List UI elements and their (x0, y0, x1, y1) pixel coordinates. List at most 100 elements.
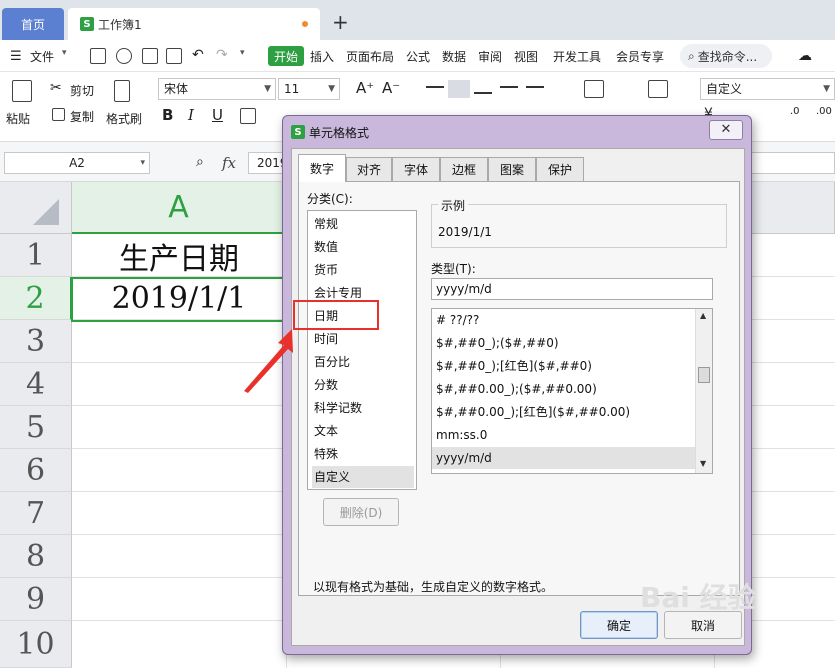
tab-workbook[interactable]: S 工作簿1 (68, 8, 320, 40)
format-item[interactable]: $#,##0_);($#,##0) (432, 332, 696, 354)
format-item[interactable]: $#,##0.00_);($#,##0.00) (432, 378, 696, 400)
tab-border[interactable]: 边框 (440, 157, 488, 181)
tab-home[interactable]: 首页 (2, 8, 64, 40)
align-bottom-icon[interactable] (474, 92, 492, 94)
menu-insert[interactable]: 插入 (310, 48, 334, 65)
font-size-select[interactable]: 11 ▼ (278, 78, 340, 100)
scissors-icon[interactable]: ✂ (50, 80, 62, 96)
dialog-title-bar[interactable]: S 单元格格式 (291, 122, 369, 142)
category-percentage[interactable]: 百分比 (312, 351, 414, 373)
tab-font[interactable]: 字体 (392, 157, 440, 181)
copy-icon[interactable] (52, 108, 65, 121)
row-header-1[interactable]: 1 (0, 234, 72, 277)
increase-decimal-icon[interactable]: .0 (790, 106, 800, 117)
scroll-down-icon[interactable]: ▼ (700, 459, 706, 468)
category-fraction[interactable]: 分数 (312, 374, 414, 396)
category-custom[interactable]: 自定义 (312, 466, 414, 488)
export-icon[interactable] (116, 48, 132, 64)
format-list-scrollbar[interactable]: ▲ ▼ (695, 309, 712, 473)
format-item[interactable]: $#,##0.00_);[红色]($#,##0.00) (432, 401, 696, 423)
menu-review[interactable]: 审阅 (478, 48, 502, 65)
menu-page-layout[interactable]: 页面布局 (346, 48, 394, 65)
chevron-down-icon[interactable]: ▾ (62, 48, 67, 58)
paste-icon[interactable] (12, 80, 32, 102)
align-middle-icon[interactable] (448, 80, 470, 98)
new-tab-button[interactable]: + (332, 10, 349, 34)
category-text[interactable]: 文本 (312, 420, 414, 442)
format-item[interactable]: # ??/?? (432, 309, 696, 331)
tab-number[interactable]: 数字 (298, 154, 346, 182)
undo-icon[interactable]: ↶ (192, 47, 204, 63)
type-input[interactable]: yyyy/m/d (431, 278, 713, 300)
print-preview-icon[interactable] (166, 48, 182, 64)
more-chevron-icon[interactable]: ▾ (240, 48, 245, 58)
select-all-corner[interactable] (0, 182, 72, 234)
copy-button[interactable]: 复制 (70, 108, 94, 125)
underline-button[interactable]: U (212, 106, 223, 124)
row-header-3[interactable]: 3 (0, 320, 72, 363)
column-header-a[interactable]: A (72, 182, 286, 234)
close-button[interactable]: ✕ (709, 120, 743, 140)
indent-decrease-icon[interactable] (500, 86, 518, 88)
merge-center-icon[interactable] (584, 80, 604, 98)
category-special[interactable]: 特殊 (312, 443, 414, 465)
row-header-8[interactable]: 8 (0, 535, 72, 578)
tab-alignment[interactable]: 对齐 (346, 157, 392, 181)
format-item[interactable]: mm:ss.0 (432, 424, 696, 446)
category-number[interactable]: 数值 (312, 236, 414, 258)
paste-button[interactable]: 粘贴 (6, 110, 30, 127)
cell-a1[interactable]: 生产日期 (72, 234, 286, 277)
menu-data[interactable]: 数据 (442, 48, 466, 65)
wrap-text-icon[interactable] (648, 80, 668, 98)
format-list[interactable]: # ??/?? $#,##0_);($#,##0) $#,##0_);[红色](… (431, 308, 713, 474)
font-shrink-icon[interactable]: A⁻ (382, 79, 400, 97)
format-item-selected[interactable]: yyyy/m/d (432, 447, 696, 469)
menu-formula[interactable]: 公式 (406, 48, 430, 65)
row-header-7[interactable]: 7 (0, 492, 72, 535)
align-top-icon[interactable] (426, 86, 444, 88)
row-header-5[interactable]: 5 (0, 406, 72, 449)
font-name-select[interactable]: 宋体 ▼ (158, 78, 276, 100)
redo-icon[interactable]: ↷ (216, 47, 228, 63)
row-header-9[interactable]: 9 (0, 578, 72, 621)
category-list[interactable]: 常规 数值 货币 会计专用 日期 时间 百分比 分数 科学记数 文本 特殊 自定… (307, 210, 417, 490)
decrease-decimal-icon[interactable]: .00 (816, 106, 832, 117)
font-grow-icon[interactable]: A⁺ (356, 79, 374, 97)
menu-start[interactable]: 开始 (268, 46, 304, 66)
number-format-select[interactable]: 自定义 ▼ (700, 78, 835, 100)
category-scientific[interactable]: 科学记数 (312, 397, 414, 419)
category-currency[interactable]: 货币 (312, 259, 414, 281)
format-painter-button[interactable]: 格式刷 (106, 110, 142, 127)
tab-pattern[interactable]: 图案 (488, 157, 536, 181)
row-header-10[interactable]: 10 (0, 621, 72, 668)
menu-view[interactable]: 视图 (514, 48, 538, 65)
menu-member[interactable]: 会员专享 (616, 48, 664, 65)
scroll-up-icon[interactable]: ▲ (700, 311, 706, 320)
cloud-icon[interactable]: ☁ (798, 48, 812, 64)
save-icon[interactable] (90, 48, 106, 64)
border-icon[interactable] (240, 108, 256, 124)
cut-button[interactable]: 剪切 (70, 82, 94, 99)
menu-file[interactable]: 文件 (30, 48, 54, 65)
command-search[interactable]: ⌕ 查找命令... (680, 44, 772, 68)
italic-button[interactable]: I (188, 106, 194, 124)
zoom-icon[interactable]: ⌕ (196, 154, 204, 170)
insert-function-button[interactable]: fx (222, 154, 236, 172)
format-painter-icon[interactable] (114, 80, 130, 102)
bold-button[interactable]: B (162, 106, 173, 124)
category-time[interactable]: 时间 (312, 328, 414, 350)
sample-value: 2019/1/1 (438, 225, 492, 239)
row-header-2[interactable]: 2 (0, 277, 72, 320)
delete-button[interactable]: 删除(D) (323, 498, 399, 526)
format-item[interactable]: $#,##0_);[红色]($#,##0) (432, 355, 696, 377)
scroll-thumb[interactable] (698, 367, 710, 383)
tab-protection[interactable]: 保护 (536, 157, 584, 181)
print-icon[interactable] (142, 48, 158, 64)
row-header-6[interactable]: 6 (0, 449, 72, 492)
menu-dev-tools[interactable]: 开发工具 (553, 48, 601, 65)
name-box[interactable]: A2 ▾ (4, 152, 150, 174)
hamburger-icon[interactable]: ☰ (10, 49, 22, 64)
indent-increase-icon[interactable] (526, 86, 544, 88)
category-general[interactable]: 常规 (312, 213, 414, 235)
row-header-4[interactable]: 4 (0, 363, 72, 406)
